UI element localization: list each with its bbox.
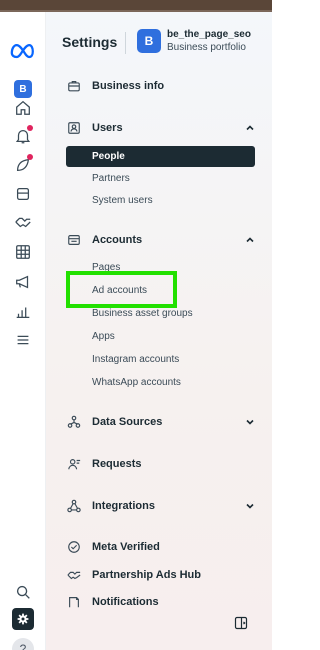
global-nav-rail: B ?: [0, 12, 46, 650]
window-top-bar: [0, 0, 272, 12]
nav-business-asset-groups[interactable]: Business asset groups: [92, 308, 193, 319]
analytics-icon[interactable]: [11, 300, 35, 324]
integrations-icon: [66, 498, 82, 514]
accounts-icon: [66, 232, 82, 248]
requests-icon: [66, 456, 82, 472]
briefcase-icon: [66, 78, 82, 94]
users-icon: [66, 120, 82, 136]
nav-system-users[interactable]: System users: [92, 195, 153, 206]
partnerships-icon[interactable]: [11, 210, 35, 234]
nav-business-info[interactable]: Business info: [66, 76, 262, 96]
settings-gear-button[interactable]: [12, 608, 34, 630]
chevron-up-icon[interactable]: [244, 122, 256, 134]
header-divider: [125, 32, 126, 54]
home-icon[interactable]: [11, 96, 35, 120]
nav-instagram-accounts[interactable]: Instagram accounts: [92, 354, 179, 365]
chevron-down-icon[interactable]: [244, 500, 256, 512]
help-button[interactable]: ?: [12, 638, 34, 650]
settings-panel: Settings B be_the_page_seo Business port…: [46, 12, 272, 650]
nav-people[interactable]: People: [66, 146, 255, 167]
nav-apps[interactable]: Apps: [92, 331, 115, 342]
chevron-down-icon[interactable]: [244, 416, 256, 428]
nav-partners[interactable]: Partners: [92, 173, 130, 184]
gear-icon: [17, 613, 29, 625]
portfolio-name[interactable]: be_the_page_seo: [167, 29, 251, 40]
notification-badge: [27, 125, 33, 131]
ads-icon[interactable]: [11, 270, 35, 294]
meta-logo[interactable]: [9, 40, 37, 60]
nav-whatsapp-accounts[interactable]: WhatsApp accounts: [92, 377, 181, 388]
verified-icon: [66, 539, 82, 555]
notifications-icon: [66, 594, 82, 610]
table-icon[interactable]: [11, 240, 35, 264]
menu-icon[interactable]: [11, 328, 35, 352]
pages-icon[interactable]: [11, 182, 35, 206]
nav-integrations[interactable]: Integrations: [66, 496, 262, 516]
nav-partnership-ads-hub[interactable]: Partnership Ads Hub: [66, 565, 262, 585]
search-icon[interactable]: [11, 580, 35, 604]
nav-accounts[interactable]: Accounts: [66, 230, 262, 250]
portfolio-avatar[interactable]: B: [137, 29, 161, 53]
activity-badge: [27, 154, 33, 160]
nav-notifications[interactable]: Notifications: [66, 592, 262, 612]
data-sources-icon: [66, 414, 82, 430]
nav-users[interactable]: Users: [66, 118, 262, 138]
notifications-icon[interactable]: [11, 124, 35, 148]
highlight-box: [66, 271, 177, 308]
chevron-up-icon[interactable]: [244, 234, 256, 246]
nav-data-sources[interactable]: Data Sources: [66, 412, 262, 432]
help-icon: ?: [19, 642, 27, 650]
nav-meta-verified[interactable]: Meta Verified: [66, 537, 262, 557]
portfolio-subtitle: Business portfolio: [167, 42, 246, 53]
nav-requests[interactable]: Requests: [66, 454, 262, 474]
activity-icon[interactable]: [11, 153, 35, 177]
collapse-panel-icon[interactable]: [234, 616, 248, 630]
page-title: Settings: [62, 34, 118, 50]
handshake-icon: [66, 567, 82, 583]
